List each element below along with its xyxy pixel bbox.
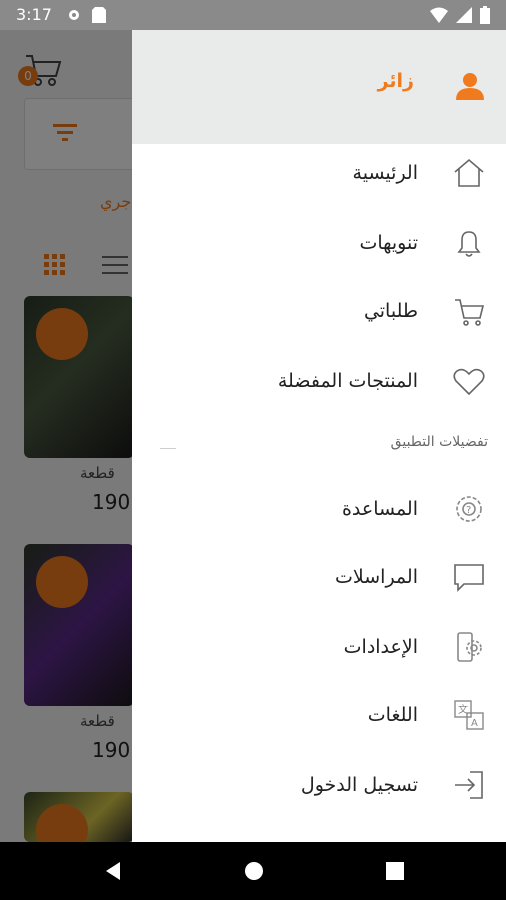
battery-icon: [480, 6, 490, 24]
navigation-drawer: زائر الرئيسية تنويهات طلباتي المنتجات ال…: [132, 30, 506, 842]
cart-icon: [455, 299, 485, 326]
menu-item-label: تسجيل الدخول: [300, 774, 418, 796]
heart-icon: [453, 368, 485, 396]
sd-card-icon: [92, 7, 106, 23]
status-time: 3:17: [16, 5, 52, 24]
user-icon: [456, 73, 484, 100]
menu-item-home[interactable]: الرئيسية: [132, 144, 506, 206]
system-navigation-bar: [0, 842, 506, 900]
menu-item-messages[interactable]: المراسلات: [132, 548, 506, 610]
status-bar: 3:17: [0, 0, 506, 30]
chat-icon: [454, 564, 484, 592]
menu-item-settings[interactable]: الإعدادات: [132, 618, 506, 680]
divider: [160, 448, 176, 449]
menu-item-label: الإعدادات: [343, 636, 418, 658]
drawer-header[interactable]: زائر: [132, 30, 506, 144]
help-gear-icon: ?: [456, 496, 482, 522]
translate-icon: 文A: [454, 700, 484, 730]
menu-item-label: المنتجات المفضلة: [277, 370, 418, 392]
menu-item-login[interactable]: تسجيل الدخول: [132, 756, 506, 818]
menu-item-label: تنويهات: [359, 232, 418, 254]
recents-icon[interactable]: [384, 860, 406, 882]
menu-item-notifications[interactable]: تنويهات: [132, 214, 506, 276]
back-icon[interactable]: [102, 860, 124, 882]
svg-text:文: 文: [458, 703, 468, 716]
home-button-icon[interactable]: [243, 860, 265, 882]
menu-item-favorites[interactable]: المنتجات المفضلة: [132, 352, 506, 414]
wifi-icon: [430, 7, 448, 23]
svg-text:A: A: [471, 718, 478, 729]
login-icon: [455, 771, 483, 799]
settings-icon: [457, 632, 482, 662]
section-title: تفضيلات التطبيق: [390, 434, 488, 450]
menu-item-languages[interactable]: اللغات 文A: [132, 686, 506, 748]
svg-text:?: ?: [466, 505, 471, 516]
menu-item-label: اللغات: [367, 704, 418, 726]
signal-icon: [456, 7, 472, 23]
bell-icon: [457, 231, 481, 257]
gear-icon: [69, 10, 79, 20]
home-icon: [454, 158, 484, 187]
menu-item-help[interactable]: المساعدة ?: [132, 480, 506, 542]
guest-label: زائر: [377, 70, 414, 92]
menu-item-orders[interactable]: طلباتي: [132, 282, 506, 344]
menu-item-label: المساعدة: [341, 498, 418, 520]
menu-item-label: المراسلات: [335, 566, 418, 588]
menu-item-label: الرئيسية: [352, 162, 418, 184]
menu-item-label: طلباتي: [363, 300, 418, 322]
